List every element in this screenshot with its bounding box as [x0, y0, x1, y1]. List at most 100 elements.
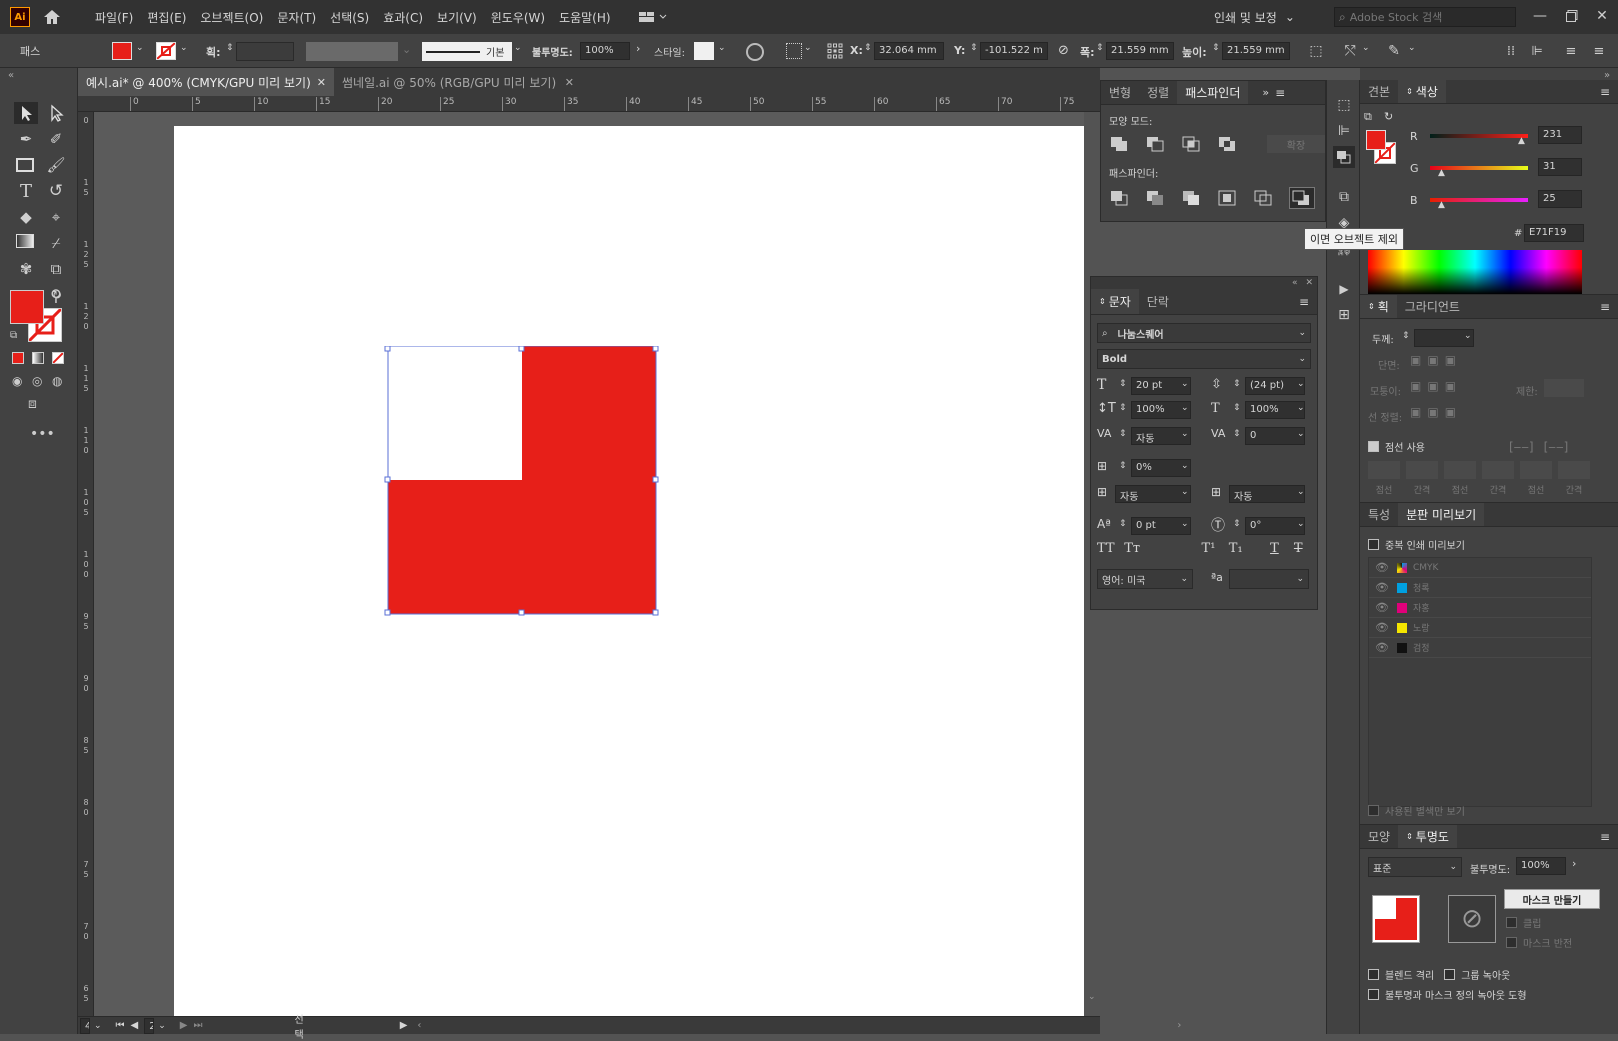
- scroll-left-icon[interactable]: ‹: [417, 1020, 421, 1031]
- stepper-icon[interactable]: ⇕: [1119, 403, 1127, 413]
- chevron-down-icon[interactable]: ⌄: [804, 43, 812, 53]
- menu-object[interactable]: 오브젝트(O): [193, 9, 270, 26]
- next-artboard-icon[interactable]: ▶: [180, 1020, 188, 1031]
- superscript-icon[interactable]: T¹: [1202, 541, 1229, 556]
- panel-menu-icon[interactable]: ≡: [1600, 300, 1610, 314]
- menu-edit[interactable]: 편집(E): [140, 9, 193, 26]
- stepper-icon[interactable]: ⇕: [1212, 43, 1220, 53]
- language-select[interactable]: 영어: 미국 ⌄: [1097, 569, 1193, 589]
- stepper-icon[interactable]: ⇕: [1119, 461, 1127, 471]
- tab-pathfinder[interactable]: 패스파인더: [1177, 81, 1249, 104]
- pen-tool-icon[interactable]: ✒: [14, 128, 38, 150]
- chevron-down-icon[interactable]: ⌄: [1181, 519, 1189, 529]
- red-l-shape[interactable]: [378, 346, 678, 636]
- intersect-icon[interactable]: [1181, 135, 1203, 153]
- eyedropper-tool-icon[interactable]: ⌿: [44, 232, 68, 254]
- menu-select[interactable]: 선택(S): [323, 9, 376, 26]
- panel-menu-icon[interactable]: ≡: [1299, 295, 1309, 309]
- distribute-icon[interactable]: ⁞⁞: [1502, 42, 1520, 60]
- gap-field-2[interactable]: [1482, 461, 1514, 479]
- stepper-icon[interactable]: ⇕: [970, 43, 978, 53]
- tab-character[interactable]: ⇕ 문자: [1091, 289, 1139, 314]
- align-inside-icon[interactable]: ▣: [1427, 405, 1438, 419]
- chevron-down-icon[interactable]: ⌄: [1408, 43, 1416, 53]
- chevron-down-icon[interactable]: ⌄: [94, 1021, 102, 1031]
- invert-mask-checkbox[interactable]: [1506, 937, 1517, 948]
- blend-mode-select[interactable]: 표준 ⌄: [1368, 857, 1462, 877]
- horizontal-scale-field[interactable]: 100%: [1245, 401, 1305, 419]
- rectangle-tool-icon[interactable]: [16, 158, 34, 172]
- ink-row[interactable]: 👁 검정: [1369, 638, 1591, 658]
- canvas-area[interactable]: 0 5 10 15 20 25 30 35 40 45 50 55 60 65 70 75 0 1 5 1 2 5…: [78, 96, 1100, 1016]
- default-colors-icon[interactable]: ⧉: [1364, 110, 1372, 124]
- stock-search-input[interactable]: ⌕ Adobe Stock 검색: [1334, 7, 1516, 27]
- workspace-switcher[interactable]: 인쇄 및 보정 ⌄: [1214, 6, 1295, 28]
- width-field[interactable]: 21.559 mm: [1106, 42, 1174, 60]
- chevron-right-icon[interactable]: ›: [636, 42, 640, 55]
- more-tools-icon[interactable]: •••: [30, 426, 55, 442]
- collapse-icon[interactable]: «: [1292, 278, 1298, 288]
- symbol-sprayer-tool-icon[interactable]: ✾: [14, 258, 38, 280]
- handle-tr[interactable]: [652, 346, 659, 352]
- round-cap-icon[interactable]: ▣: [1427, 353, 1438, 367]
- fill-swatch[interactable]: [112, 42, 132, 60]
- miter-join-icon[interactable]: ▣: [1410, 379, 1421, 393]
- handle-bm[interactable]: [518, 609, 525, 616]
- chevron-down-icon[interactable]: ⌄: [136, 43, 144, 53]
- ink-row[interactable]: 👁 자홍: [1369, 598, 1591, 618]
- dash-field-3[interactable]: [1520, 461, 1552, 479]
- rotation-field[interactable]: 0°: [1245, 517, 1305, 535]
- arrange-documents-icon[interactable]: [636, 8, 670, 26]
- screen-mode-icon[interactable]: ⧈: [28, 396, 37, 412]
- transform-panel-icon[interactable]: ⬚: [1333, 94, 1355, 116]
- all-caps-icon[interactable]: TT: [1097, 541, 1124, 556]
- chevron-down-icon[interactable]: ⌄: [514, 43, 522, 53]
- minus-front-icon[interactable]: [1145, 135, 1167, 153]
- color-spectrum[interactable]: [1368, 250, 1582, 294]
- path-shape[interactable]: [388, 346, 656, 614]
- dash-align-icon[interactable]: [‒‒]: [1544, 440, 1569, 454]
- isolate-icon[interactable]: ⬚: [1306, 42, 1326, 60]
- tab-thumbnail-ai[interactable]: 썸네일.ai @ 50% (RGB/GPU 미리 보기) ✕: [334, 68, 582, 96]
- tab-appearance[interactable]: 모양: [1360, 825, 1398, 848]
- g-field[interactable]: 31: [1538, 158, 1582, 176]
- gradient-tool-icon[interactable]: [16, 234, 34, 248]
- type-tool-icon[interactable]: T: [14, 180, 38, 202]
- tracking-field[interactable]: 0: [1245, 427, 1305, 445]
- tab-transform[interactable]: 변형: [1101, 81, 1139, 104]
- selection-tool-icon[interactable]: [14, 102, 38, 124]
- ink-row[interactable]: 👁 청록: [1369, 578, 1591, 598]
- panel-menu-icon[interactable]: ≡: [1600, 830, 1610, 844]
- home-icon[interactable]: [40, 6, 64, 28]
- eye-icon[interactable]: 👁: [1375, 621, 1389, 634]
- restore-icon[interactable]: [1560, 6, 1584, 26]
- chevron-right-icon[interactable]: ›: [1572, 857, 1576, 870]
- horizontal-ruler[interactable]: 0 5 10 15 20 25 30 35 40 45 50 55 60 65 70 75: [78, 96, 1100, 112]
- panel-menu-icon[interactable]: ≡: [1275, 86, 1285, 100]
- tab-gradient[interactable]: 그라디언트: [1397, 295, 1468, 318]
- chevron-down-icon[interactable]: ⌄: [1181, 461, 1189, 471]
- actions-panel-icon[interactable]: ▶: [1333, 278, 1355, 300]
- handle-mr[interactable]: [652, 476, 659, 483]
- menu-file[interactable]: 파일(F): [88, 9, 140, 26]
- puppet-warp-icon[interactable]: ✎: [1384, 42, 1404, 60]
- default-colors-icon[interactable]: ⧉: [10, 330, 17, 341]
- make-mask-button[interactable]: 마스크 만들기: [1504, 889, 1600, 909]
- round-join-icon[interactable]: ▣: [1427, 379, 1438, 393]
- chevron-down-icon[interactable]: ⌄: [1181, 487, 1189, 497]
- dash-field-2[interactable]: [1444, 461, 1476, 479]
- chevron-down-icon[interactable]: ⌄: [1297, 519, 1305, 529]
- brush-definition[interactable]: 기본: [422, 42, 512, 61]
- draw-behind-icon[interactable]: ◎: [32, 374, 42, 388]
- chevron-down-icon[interactable]: ⌄: [1362, 43, 1370, 53]
- scroll-right-icon[interactable]: ›: [1177, 1020, 1181, 1031]
- object-thumbnail[interactable]: [1372, 895, 1420, 943]
- menu-help[interactable]: 도움말(H): [552, 9, 618, 26]
- vertical-ruler[interactable]: 0 1 5 1 2 5 1 2 0 1 1 5 1 1 0 1 0 5 1 0 0 9 5 9 0…: [78, 112, 94, 1016]
- rotate-tool-icon[interactable]: ↺: [44, 180, 68, 202]
- draw-normal-icon[interactable]: ◉: [12, 374, 22, 388]
- swap-colors-icon[interactable]: ↻: [1384, 110, 1393, 123]
- stepper-icon[interactable]: ⇕: [1233, 403, 1241, 413]
- handle-tl[interactable]: [384, 346, 391, 352]
- trim-icon[interactable]: [1145, 189, 1167, 207]
